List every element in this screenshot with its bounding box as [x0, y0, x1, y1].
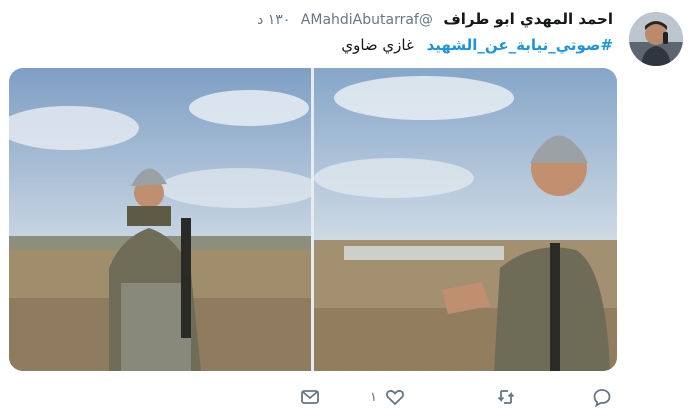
timestamp[interactable]: ١٣٠ د [257, 12, 290, 28]
media-grid [9, 68, 617, 371]
like-button[interactable]: ١ [370, 386, 405, 408]
tweet-header: احمد المهدي ابو طراف @AMahdiAbutarraf ١٣… [257, 8, 613, 30]
photo-right[interactable] [314, 68, 617, 371]
reply-icon [592, 387, 612, 407]
reply-button[interactable] [592, 386, 612, 408]
display-name[interactable]: احمد المهدي ابو طراف [443, 10, 613, 28]
heart-icon [385, 387, 405, 407]
envelope-icon [300, 387, 320, 407]
tweet-card[interactable]: احمد المهدي ابو طراف @AMahdiAbutarraf ١٣… [0, 0, 691, 409]
tweet-text: #صوتي_نيابة_عن_الشهيد غازي ضاوي [341, 34, 613, 56]
like-count: ١ [370, 389, 377, 405]
photo-left[interactable] [9, 68, 311, 371]
avatar[interactable] [629, 12, 683, 66]
tweet-actions: ١ [300, 386, 620, 408]
retweet-button[interactable] [496, 386, 516, 408]
dm-button[interactable] [300, 386, 320, 408]
tweet-text-body: غازي ضاوي [341, 36, 414, 54]
user-handle[interactable]: @AMahdiAbutarraf [301, 12, 433, 28]
hashtag-link[interactable]: #صوتي_نيابة_عن_الشهيد [427, 36, 613, 54]
retweet-icon [496, 387, 516, 407]
